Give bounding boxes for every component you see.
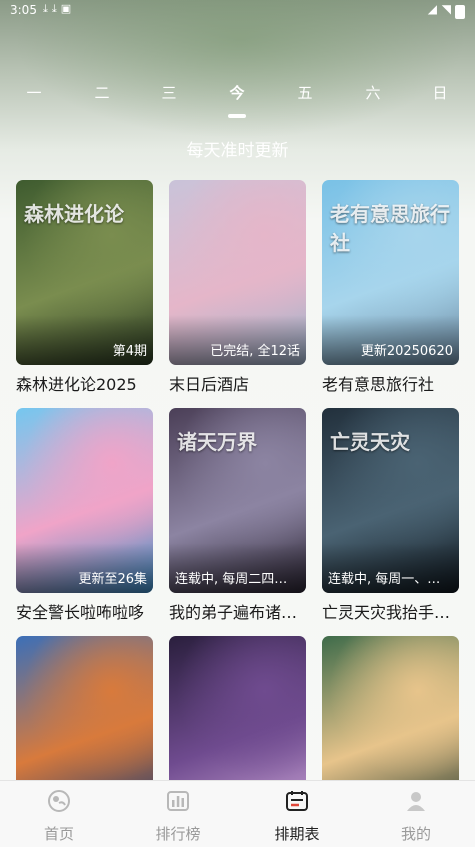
anime-title: 老有意思旅行社 [322, 375, 435, 394]
nav-schedule-label: 排期表 [274, 825, 320, 843]
tab-monday[interactable]: 一 [14, 82, 54, 104]
update-badge: 第4期 [112, 344, 147, 359]
download-icon: ⤓ [43, 2, 52, 15]
anime-card[interactable]: 亡灵天灾 连载中, 每周一、三更新 亡灵天灾我抬手百万骷髅 [322, 408, 459, 623]
update-badge: 连载中, 每周二四六更新 [175, 572, 300, 587]
tab-saturday[interactable]: 六 [353, 82, 393, 104]
nav-ranking[interactable]: 排行榜 [119, 781, 237, 847]
anime-card[interactable]: 森林进化论 第4期 森林进化论2025 [16, 180, 153, 395]
nav-home[interactable]: 首页 [0, 781, 118, 847]
bottom-nav: 首页 排行榜 排期表 我的 [0, 780, 475, 847]
wifi-icon: ◥ [441, 2, 451, 16]
tab-tuesday[interactable]: 二 [82, 82, 122, 104]
ranking-icon [167, 791, 189, 811]
nav-home-label: 首页 [43, 825, 74, 843]
anime-poster: 诸天万界 连载中, 每周二四六更新 [169, 408, 306, 593]
schedule-subtitle: 每天准时更新 [186, 141, 289, 161]
anime-card[interactable]: 已完结, 全12话 末日后酒店 [169, 180, 306, 395]
update-badge: 连载中, 每周一、三更新 [328, 572, 453, 587]
tab-friday[interactable]: 五 [285, 82, 325, 104]
anime-card[interactable]: 老有意思旅行社 更新20250620 老有意思旅行社 [322, 180, 459, 395]
anime-title: 亡灵天灾我抬手百万骷髅 [322, 603, 459, 622]
nav-profile-label: 我的 [400, 825, 431, 843]
active-tab-indicator [228, 114, 246, 118]
anime-card[interactable]: 诸天万界 连载中, 每周二四六更新 我的弟子遍布诸天万界 [169, 408, 306, 623]
update-badge: 更新20250620 [360, 344, 453, 359]
battery-icon [455, 5, 465, 19]
anime-title: 末日后酒店 [169, 375, 250, 394]
anime-title: 森林进化论2025 [16, 375, 137, 394]
nav-profile[interactable]: 我的 [357, 781, 475, 847]
update-badge: 已完结, 全12话 [210, 344, 300, 359]
poster-logo: 诸天万界 [177, 430, 257, 454]
notification-icons: ⤓⤓▣ [43, 2, 75, 16]
anime-title: 安全警长啦咘啦哆 [16, 603, 145, 622]
app-icon: ▣ [60, 2, 76, 15]
profile-icon [407, 792, 425, 811]
poster-logo: 森林进化论 [24, 202, 124, 226]
nav-schedule[interactable]: 排期表 [238, 781, 356, 847]
anime-poster: 亡灵天灾 连载中, 每周一、三更新 [322, 408, 459, 593]
signal-icon: ◢ [427, 2, 437, 16]
anime-title: 我的弟子遍布诸天万界 [169, 603, 306, 622]
anime-poster: 已完结, 全12话 [169, 180, 306, 365]
anime-card[interactable]: 更新至26集 安全警长啦咘啦哆 [16, 408, 153, 623]
tab-wednesday[interactable]: 三 [149, 82, 189, 104]
tab-sunday[interactable]: 日 [420, 82, 460, 104]
download-icon: ⤓ [51, 2, 61, 15]
poster-logo: 老有意思旅行社 [330, 202, 450, 255]
update-badge: 更新至26集 [78, 572, 147, 587]
status-time: 3:05 [10, 3, 37, 17]
schedule-icon [286, 791, 308, 811]
tab-today[interactable]: 今 [217, 82, 257, 104]
anime-poster: 更新至26集 [16, 408, 153, 593]
nav-ranking-label: 排行榜 [155, 825, 201, 843]
anime-poster: 老有意思旅行社 更新20250620 [322, 180, 459, 365]
week-tabs: 一 二 三 今 五 六 日 [0, 82, 475, 106]
anime-poster: 森林进化论 第4期 [16, 180, 153, 365]
poster-logo: 亡灵天灾 [330, 430, 410, 454]
home-icon [48, 790, 70, 812]
status-bar: 3:05 ⤓⤓▣ ◢ ◥ [0, 0, 475, 22]
